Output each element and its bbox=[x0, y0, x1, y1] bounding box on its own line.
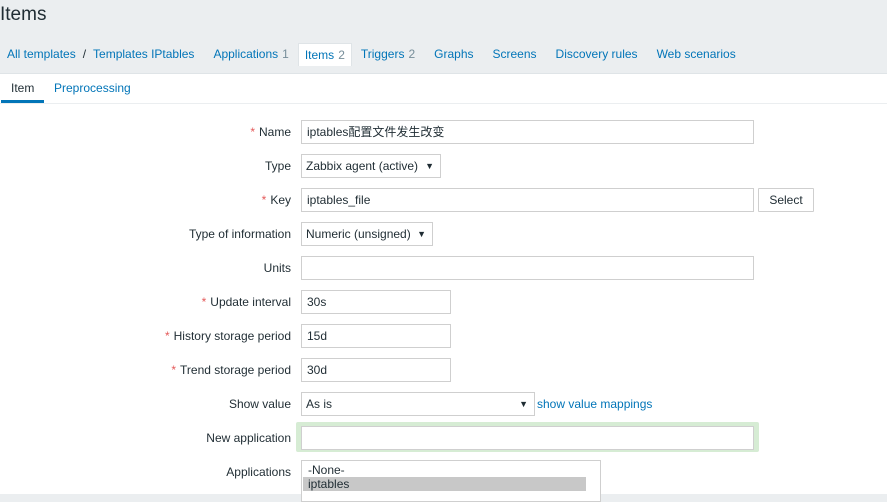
key-row: *Key Select bbox=[0, 188, 887, 212]
page-title: Items bbox=[0, 4, 47, 25]
trend-label: * Trend storage period bbox=[171, 363, 291, 377]
name-input[interactable] bbox=[301, 120, 754, 144]
type-select-value: Zabbix agent (active) bbox=[306, 159, 419, 173]
type-of-information-value: Numeric (unsigned) bbox=[306, 227, 411, 241]
type-select[interactable]: Zabbix agent (active) ▼ bbox=[301, 154, 441, 178]
listbox-scrollbar[interactable] bbox=[586, 461, 600, 501]
name-row: * Name bbox=[0, 120, 887, 144]
required-marker: * bbox=[171, 363, 177, 377]
update-interval-row: * Update interval bbox=[0, 290, 887, 314]
name-label: * Name bbox=[250, 125, 291, 139]
chevron-down-icon: ▼ bbox=[519, 399, 528, 409]
required-marker: * bbox=[261, 193, 267, 207]
nav-triggers[interactable]: Triggers 2 bbox=[354, 42, 422, 66]
items-count: 2 bbox=[338, 47, 345, 62]
history-label: * History storage period bbox=[164, 329, 291, 343]
type-label: Type bbox=[264, 159, 291, 173]
tab-item[interactable]: Item bbox=[1, 74, 45, 103]
units-row: Units bbox=[0, 256, 887, 280]
key-label: * Key bbox=[261, 193, 291, 207]
new-application-input[interactable] bbox=[301, 426, 754, 450]
new-application-row: New application bbox=[0, 422, 887, 452]
list-item[interactable]: iptables bbox=[303, 477, 587, 491]
key-input[interactable] bbox=[301, 188, 754, 212]
chevron-down-icon: ▼ bbox=[425, 161, 434, 171]
nav-screens[interactable]: Screens bbox=[486, 42, 544, 66]
units-input[interactable] bbox=[301, 256, 754, 280]
triggers-count: 2 bbox=[408, 47, 416, 61]
chevron-down-icon: ▼ bbox=[417, 229, 426, 239]
applications-row: Applications -None- iptables bbox=[0, 460, 887, 502]
nav-graphs[interactable]: Graphs bbox=[427, 42, 480, 66]
required-marker: * bbox=[201, 295, 207, 309]
key-select-button[interactable]: Select bbox=[758, 188, 814, 212]
show-value-value: As is bbox=[306, 397, 333, 411]
units-label: Units bbox=[263, 261, 291, 275]
type-of-information-row: Type of information Numeric (unsigned) ▼ bbox=[0, 222, 887, 246]
nav-web-scenarios[interactable]: Web scenarios bbox=[650, 42, 743, 66]
applications-label: Applications bbox=[226, 465, 291, 479]
breadcrumb: All templates / Templates IPtables Appli… bbox=[0, 42, 743, 66]
show-value-mappings-link[interactable]: show value mappings bbox=[537, 392, 652, 416]
item-form-panel: Item Preprocessing *Name Type Zabbix age… bbox=[0, 73, 887, 502]
update-interval-label: * Update interval bbox=[201, 295, 291, 309]
nav-discovery-rules[interactable]: Discovery rules bbox=[549, 42, 645, 66]
nav-applications[interactable]: Applications 1 bbox=[206, 42, 295, 66]
breadcrumb-template-name[interactable]: Templates IPtables bbox=[86, 42, 201, 66]
required-marker: * bbox=[250, 125, 255, 139]
required-marker: * bbox=[164, 329, 170, 343]
show-value-select[interactable]: As is ▼ bbox=[301, 392, 535, 416]
form-tabs: Item Preprocessing bbox=[0, 74, 887, 104]
history-input[interactable] bbox=[301, 324, 451, 348]
type-of-information-select[interactable]: Numeric (unsigned) ▼ bbox=[301, 222, 433, 246]
breadcrumb-all-templates[interactable]: All templates bbox=[0, 42, 83, 66]
type-of-information-label: Type of information bbox=[188, 227, 291, 241]
trend-row: * Trend storage period bbox=[0, 358, 887, 382]
new-application-label: New application bbox=[206, 431, 291, 445]
trend-input[interactable] bbox=[301, 358, 451, 382]
type-row: Type Zabbix agent (active) ▼ bbox=[0, 154, 887, 178]
list-item[interactable]: -None- bbox=[303, 463, 587, 477]
applications-listbox[interactable]: -None- iptables bbox=[301, 460, 601, 502]
applications-count: 1 bbox=[282, 47, 289, 61]
update-interval-input[interactable] bbox=[301, 290, 451, 314]
show-value-label: Show value bbox=[228, 397, 291, 411]
history-row: * History storage period bbox=[0, 324, 887, 348]
tab-preprocessing[interactable]: Preprocessing bbox=[44, 74, 141, 101]
show-value-row: Show value As is ▼ show value mappings bbox=[0, 392, 887, 416]
nav-items[interactable]: Items 2 bbox=[297, 42, 352, 66]
